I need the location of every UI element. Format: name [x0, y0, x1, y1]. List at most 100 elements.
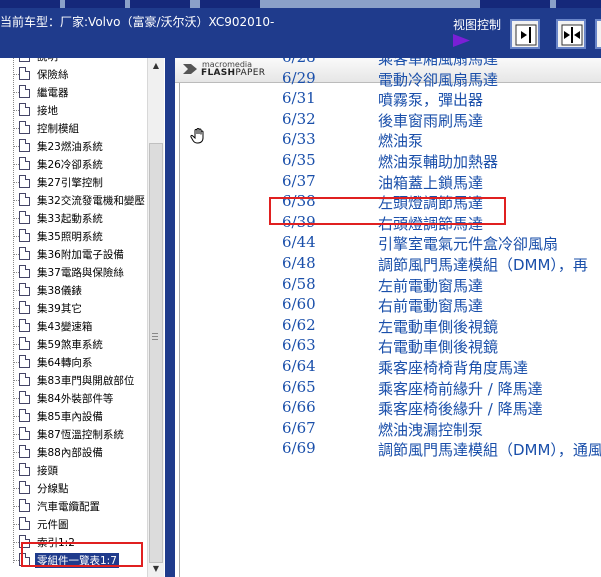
component-row[interactable]: 6/48 調節風門馬達模組（DMM），再 [175, 253, 601, 274]
component-row[interactable]: 6/63 右電動車側後視鏡 [175, 335, 601, 357]
component-row[interactable]: 6/35 燃油泵輔助加熱器 [175, 150, 601, 171]
view-control-arrow-icon[interactable] [453, 34, 473, 48]
component-name: 右前電動窗馬達 [378, 297, 484, 316]
component-name: 右電動車側後視鏡 [378, 338, 499, 357]
tree-item-label: 集59煞車系統 [37, 339, 103, 351]
component-row[interactable]: 6/62 左電動車側後視鏡 [175, 315, 601, 336]
component-row[interactable]: 6/67 燃油洩漏控制泵 [175, 418, 601, 439]
component-code: 6/58 [282, 274, 316, 293]
component-code: 6/28 [282, 58, 316, 66]
component-code: 6/35 [282, 151, 316, 169]
component-code: 6/69 [282, 439, 316, 458]
component-row[interactable]: 6/31 噴霧泵，彈出器 [175, 88, 601, 110]
tree-item-label: 集26冷卻系統 [37, 159, 103, 171]
view-page-right-button[interactable] [510, 19, 540, 49]
component-name: 噴霧泵，彈出器 [378, 91, 484, 110]
component-name: 左前電動窗馬達 [378, 276, 484, 295]
component-name: 引擎室電氣元件盒冷卻風扇 [378, 235, 559, 254]
scroll-up-icon[interactable]: ▲ [148, 58, 164, 74]
split-horizontal-icon [561, 24, 583, 46]
component-row[interactable]: 6/58 左前電動窗馬達 [175, 274, 601, 295]
scroll-thumb[interactable] [149, 143, 163, 563]
component-name: 後車窗雨刷馬達 [378, 111, 484, 130]
component-name: 電動冷卻風扇馬達 [378, 70, 499, 89]
view-control-label: 视图控制 [453, 18, 502, 32]
tree-item-label: 集23燃油系統 [37, 141, 103, 153]
component-row-highlighted[interactable]: 6/37 油箱蓋上鎖馬達 [175, 171, 601, 192]
component-name: 油箱蓋上鎖馬達 [378, 173, 484, 192]
document-page-icon [19, 103, 30, 116]
view-button-partial[interactable] [595, 19, 601, 49]
tree-item-label: 接頭 [37, 465, 58, 477]
pane-divider[interactable] [165, 58, 175, 577]
component-row[interactable]: 6/33 燃油泵 [175, 129, 601, 150]
component-row[interactable]: 6/29 電動冷卻風扇馬達 [175, 68, 601, 89]
component-row[interactable]: 6/44 引擎室電氣元件盒冷卻風扇 [175, 232, 601, 254]
document-page-icon [19, 517, 30, 530]
document-page-icon [19, 427, 30, 440]
document-page-icon [19, 463, 30, 476]
document-page-icon [19, 355, 30, 368]
component-code: 6/62 [282, 315, 316, 334]
tree-scrollbar[interactable]: ▲ ▼ [147, 58, 164, 577]
component-row[interactable]: 6/66 乘客座椅後緣升 / 降馬達 [175, 397, 601, 419]
component-code: 6/64 [282, 357, 316, 375]
document-page-icon [19, 391, 30, 404]
scroll-down-icon[interactable]: ▼ [148, 561, 164, 577]
document-page-icon [19, 499, 30, 512]
component-name: 左電動車側後視鏡 [378, 317, 499, 336]
component-code: 6/33 [282, 130, 316, 149]
document-page-icon [19, 265, 30, 278]
tree-item-label: 保險絲 [37, 69, 69, 81]
tree-item-label: 集37電路與保險絲 [37, 267, 124, 279]
document-page-icon [19, 247, 30, 260]
tree-item-label: 集32交流發電機和變壓 [37, 195, 145, 207]
component-row[interactable]: 6/69 調節風門馬達模組（DMM），通風 [175, 438, 601, 460]
component-name: 調節風門馬達模組（DMM），再 [378, 256, 588, 274]
document-page-icon [19, 67, 30, 80]
document-page-icon [19, 139, 30, 152]
component-code: 6/29 [282, 68, 316, 87]
top-header-bar: 当前车型：厂家:Volvo（富豪/沃尔沃）XC902010- 视图控制 [0, 0, 601, 58]
tree-item-label: 集64轉向系 [37, 357, 93, 369]
component-code: 6/60 [282, 295, 316, 314]
view-split-button[interactable] [556, 19, 586, 49]
component-code: 6/31 [282, 89, 316, 108]
navigation-tree-pane: 說明保險絲繼電器接地控制模組集23燃油系統集26冷卻系統集27引擎控制集32交流… [0, 58, 165, 577]
tree-item-label: 汽車電纜配置 [37, 501, 100, 513]
component-name: 燃油泵輔助加熱器 [378, 153, 499, 171]
vehicle-model-label: 当前车型：厂家:Volvo（富豪/沃尔沃）XC902010- [0, 15, 275, 29]
scroll-grip-icon [152, 333, 158, 340]
component-name: 乘客座椅前緣升 / 降馬達 [378, 379, 543, 398]
component-name: 乘客座椅後緣升 / 降馬達 [378, 400, 543, 419]
component-code: 6/44 [282, 233, 316, 252]
document-page-icon [19, 175, 30, 188]
component-row[interactable]: 6/28乘客車廂風扇馬達 [175, 58, 601, 68]
document-page-icon [19, 301, 30, 314]
tree-item-label: 集87恆溫控制系統 [37, 429, 124, 441]
document-page-icon [19, 121, 30, 134]
component-name: 乘客座椅椅背角度馬達 [378, 359, 529, 377]
component-row[interactable]: 6/32 後車窗雨刷馬達 [175, 109, 601, 130]
document-page-icon [19, 229, 30, 242]
top-strip [0, 0, 601, 8]
document-page-icon [19, 193, 30, 206]
component-row[interactable]: 6/64 乘客座椅椅背角度馬達 [175, 356, 601, 377]
tree-item-label: 集88內部設備 [37, 447, 103, 459]
component-row[interactable]: 6/65 乘客座椅前緣升 / 降馬達 [175, 377, 601, 398]
tree-item-label: 控制模組 [37, 123, 79, 135]
tree-item-label: 接地 [37, 105, 58, 117]
document-page-icon [19, 481, 30, 494]
component-code: 6/67 [282, 418, 316, 437]
tree-item-label: 集85車內設備 [37, 411, 103, 423]
component-row[interactable]: 6/60 右前電動窗馬達 [175, 294, 601, 316]
tree-item-label: 繼電器 [37, 87, 69, 99]
component-name: 調節風門馬達模組（DMM），通風 [378, 441, 601, 460]
highlighted-row-box [269, 197, 506, 225]
tree-item-label: 集35照明系統 [37, 231, 103, 243]
document-page-icon [19, 409, 30, 422]
component-code: 6/32 [282, 109, 316, 128]
document-page-icon [19, 85, 30, 98]
tree-item-label: 元件圖 [37, 519, 69, 531]
document-page-icon [19, 337, 30, 350]
